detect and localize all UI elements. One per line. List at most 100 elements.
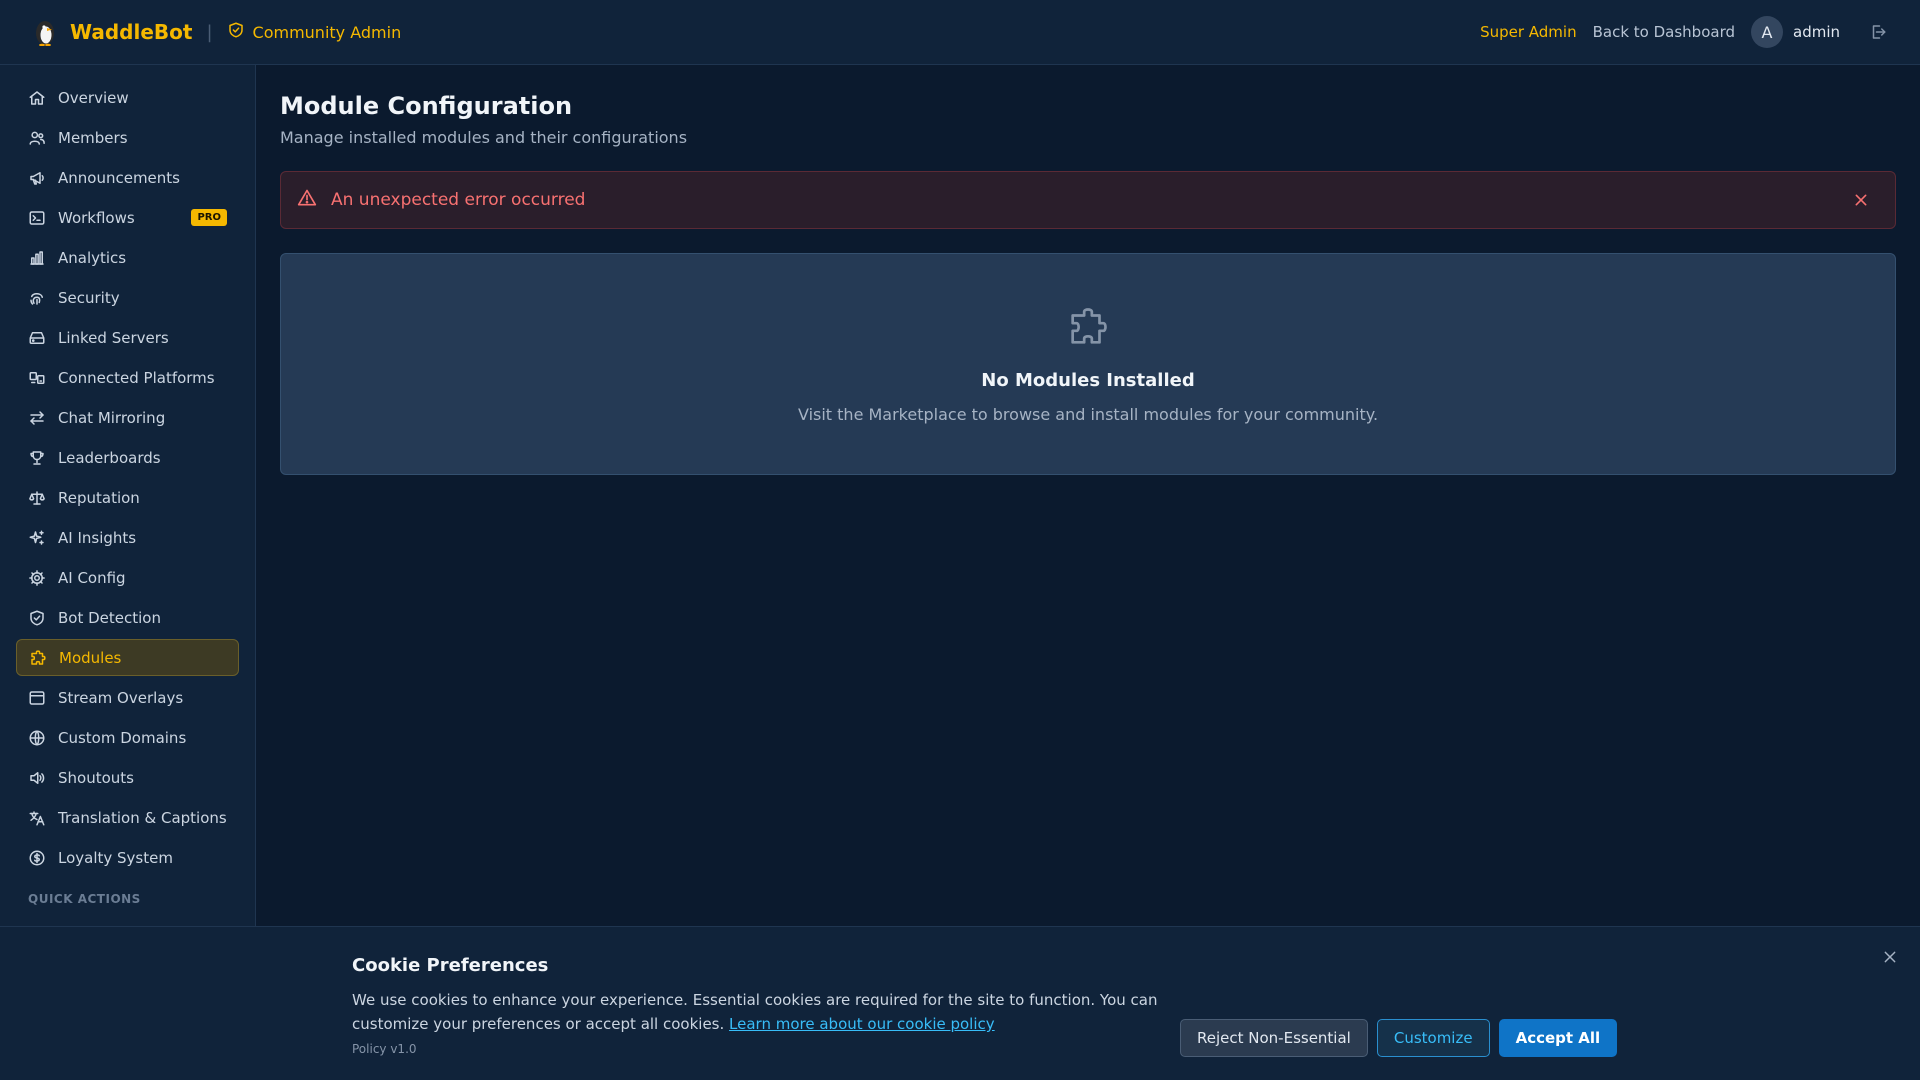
sidebar-item-bot-detection[interactable]: Bot Detection — [16, 599, 239, 636]
megaphone-icon — [30, 171, 44, 185]
cookie-title: Cookie Preferences — [352, 955, 549, 976]
sidebar-item-label: Analytics — [58, 248, 127, 267]
sidebar-item-label: Shoutouts — [58, 768, 134, 787]
dollar-icon — [29, 850, 45, 865]
sidebar-item-connected-platforms[interactable]: Connected Platforms — [16, 359, 239, 396]
sidebar-item-reputation[interactable]: Reputation — [16, 479, 239, 516]
globe-icon — [29, 730, 45, 745]
sidebar-item-label: Chat Mirroring — [58, 408, 166, 427]
arrows-icon — [30, 410, 44, 425]
sidebar-item-overview[interactable]: Overview — [16, 79, 239, 116]
sidebar-item-stream-overlays[interactable]: Stream Overlays — [16, 679, 239, 716]
sidebar-item-announcements[interactable]: Announcements — [16, 159, 239, 196]
header-divider: | — [206, 21, 213, 43]
shield-check-icon — [227, 21, 245, 43]
sidebar-item-label: Connected Platforms — [58, 368, 215, 387]
empty-state-title: No Modules Installed — [981, 370, 1195, 391]
puzzle-icon — [31, 649, 46, 665]
sidebar-item-security[interactable]: Security — [16, 279, 239, 316]
sidebar-item-label: Modules — [59, 648, 122, 667]
sidebar-item-chat-mirroring[interactable]: Chat Mirroring — [16, 399, 239, 436]
penguin-logo-icon — [30, 17, 60, 47]
sidebar-item-label: Bot Detection — [58, 608, 161, 627]
back-to-dashboard-link[interactable]: Back to Dashboard — [1593, 23, 1735, 41]
sparkles-icon — [29, 530, 44, 545]
section-title: Community Admin — [227, 21, 402, 43]
page-title: Module Configuration — [280, 92, 573, 120]
brand-name: WaddleBot — [70, 20, 193, 44]
shield-check-icon — [30, 610, 44, 625]
empty-state-description: Visit the Marketplace to browse and inst… — [797, 405, 1379, 424]
translate-icon — [29, 810, 45, 825]
warning-icon — [297, 188, 317, 213]
sidebar-item-custom-domains[interactable]: Custom Domains — [16, 719, 239, 756]
sidebar-item-label: Linked Servers — [58, 328, 169, 347]
sidebar-item-label: AI Insights — [58, 528, 137, 547]
trophy-icon — [30, 450, 44, 465]
cookie-banner: Cookie Preferences We use cookies to enh… — [0, 926, 1920, 1080]
sidebar: Overview Members Announcements Workflows… — [0, 65, 256, 927]
sidebar-item-label: Workflows — [58, 208, 135, 227]
accept-all-button[interactable]: Accept All — [1498, 1019, 1618, 1057]
close-icon[interactable] — [1880, 947, 1900, 967]
sidebar-item-label: AI Config — [58, 568, 126, 587]
sidebar-item-shoutouts[interactable]: Shoutouts — [16, 759, 239, 796]
sidebar-item-label: Loyalty System — [58, 848, 173, 867]
close-icon[interactable] — [1851, 190, 1871, 210]
sidebar-item-label: Leaderboards — [58, 448, 161, 467]
speaker-icon — [30, 771, 45, 784]
sidebar-item-label: Custom Domains — [58, 728, 187, 747]
empty-state-card: No Modules Installed Visit the Marketpla… — [280, 253, 1896, 475]
sidebar-item-analytics[interactable]: Analytics — [16, 239, 239, 276]
top-header: WaddleBot | Community Admin Super Admin … — [0, 0, 1920, 65]
bar-chart-icon — [30, 250, 44, 265]
cookie-content: Cookie Preferences We use cookies to enh… — [352, 955, 1172, 1056]
home-icon — [29, 90, 45, 105]
sidebar-item-members[interactable]: Members — [16, 119, 239, 156]
page-subtitle: Manage installed modules and their confi… — [280, 128, 688, 147]
gear-icon — [29, 569, 45, 586]
cookie-policy-link[interactable]: Learn more about our cookie policy — [729, 1015, 995, 1033]
sidebar-item-label: Stream Overlays — [58, 688, 184, 707]
sidebar-item-ai-insights[interactable]: AI Insights — [16, 519, 239, 556]
customize-button[interactable]: Customize — [1376, 1019, 1490, 1057]
puzzle-icon — [1065, 304, 1111, 354]
cookie-text: We use cookies to enhance your experienc… — [352, 988, 1172, 1036]
error-message: An unexpected error occurred — [331, 190, 586, 210]
scale-icon — [29, 490, 45, 505]
reject-non-essential-button[interactable]: Reject Non-Essential — [1180, 1019, 1368, 1057]
sidebar-item-label: Overview — [58, 88, 129, 107]
cookie-actions: Reject Non-Essential Customize Accept Al… — [1180, 1019, 1618, 1057]
section-label: Community Admin — [252, 22, 402, 42]
header-actions: Super Admin Back to Dashboard A admin — [1480, 16, 1890, 48]
users-icon — [29, 131, 45, 145]
user-menu[interactable]: A admin — [1751, 16, 1840, 48]
sidebar-item-loyalty-system[interactable]: Loyalty System — [16, 839, 239, 876]
sidebar-item-label: Announcements — [58, 168, 180, 187]
fingerprint-icon — [30, 292, 43, 305]
main-content: Module Configuration Manage installed mo… — [280, 65, 1896, 475]
sidebar-item-label: Reputation — [58, 488, 140, 507]
sidebar-item-label: Security — [58, 288, 120, 307]
sidebar-item-linked-servers[interactable]: Linked Servers — [16, 319, 239, 356]
sidebar-item-leaderboards[interactable]: Leaderboards — [16, 439, 239, 476]
platforms-icon — [29, 371, 45, 384]
policy-version: Policy v1.0 — [352, 1042, 417, 1056]
brand[interactable]: WaddleBot — [30, 17, 192, 47]
sidebar-item-label: Members — [58, 128, 128, 147]
terminal-icon — [29, 210, 45, 225]
super-admin-link[interactable]: Super Admin — [1480, 23, 1577, 41]
avatar: A — [1751, 16, 1783, 48]
sidebar-item-workflows[interactable]: Workflows PRO — [16, 199, 239, 236]
pro-badge: PRO — [191, 209, 227, 226]
sidebar-item-modules[interactable]: Modules — [16, 639, 239, 676]
window-icon — [29, 690, 45, 705]
username: admin — [1793, 23, 1840, 41]
sidebar-item-ai-config[interactable]: AI Config — [16, 559, 239, 596]
sidebar-item-translation-captions[interactable]: Translation & Captions — [16, 799, 239, 836]
sidebar-item-label: Translation & Captions — [58, 808, 227, 827]
server-icon — [29, 331, 45, 344]
quick-actions-heading: QUICK ACTIONS — [28, 892, 141, 906]
logout-icon[interactable] — [1866, 20, 1890, 44]
error-alert: An unexpected error occurred — [280, 171, 1896, 229]
